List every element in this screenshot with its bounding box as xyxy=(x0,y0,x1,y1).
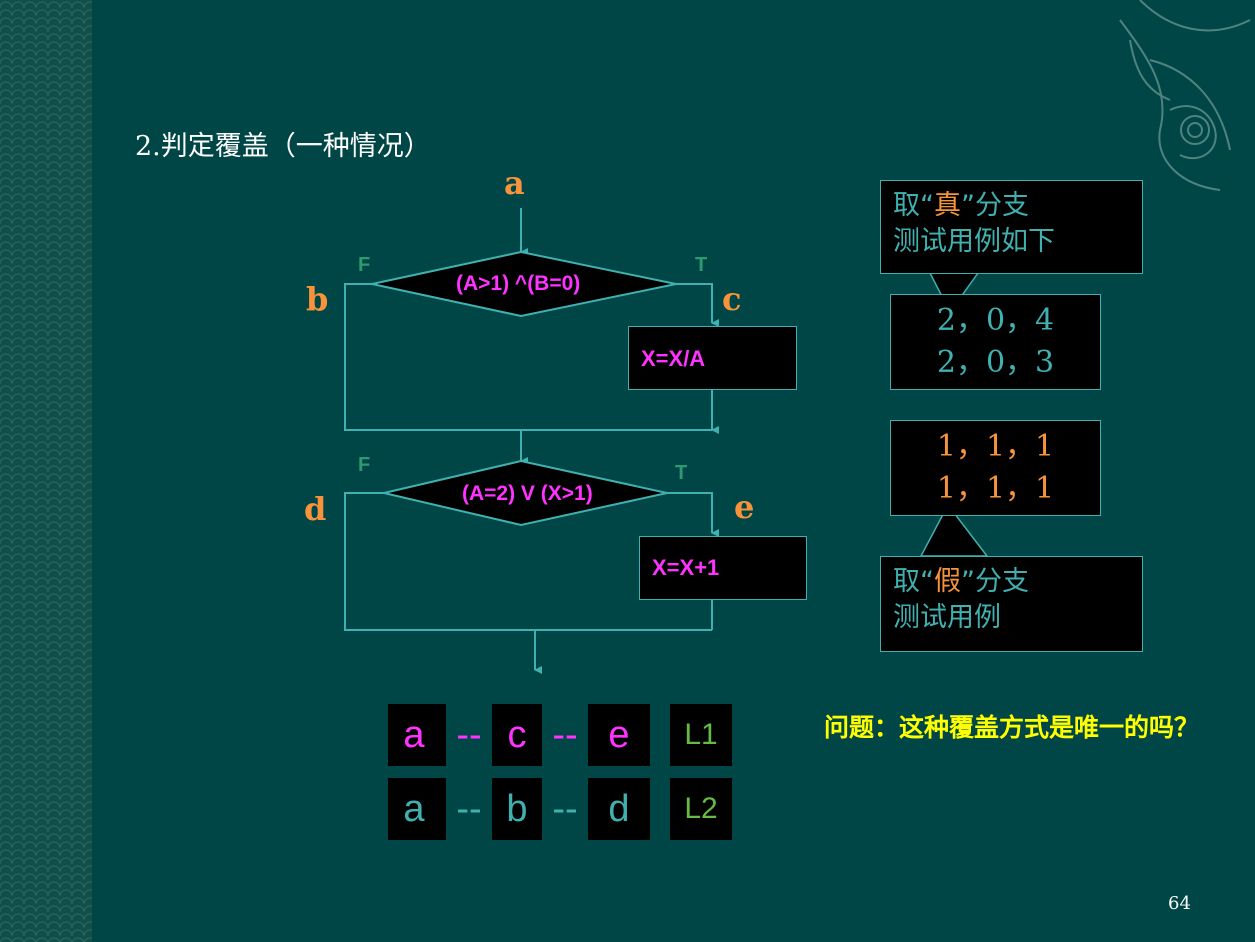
path-L2-node-b: b xyxy=(506,787,528,830)
node-b-label: b xyxy=(306,280,329,318)
true-case-1: 2，0，4 xyxy=(936,303,1055,338)
path-L1-node-e: e xyxy=(608,713,630,756)
edge-true-e xyxy=(667,492,719,537)
true-highlight: 真 xyxy=(934,190,961,221)
process1-text: X=X/A xyxy=(641,346,706,371)
decision2-true-label: T xyxy=(675,462,688,484)
path-L2-label: L2 xyxy=(670,778,732,840)
decision1-false-label: F xyxy=(358,254,371,276)
false-highlight: 假 xyxy=(934,566,961,597)
edge-true-c xyxy=(676,283,719,327)
node-e-label: e xyxy=(734,488,755,526)
path-L1-label: L1 xyxy=(670,704,732,766)
process2-text: X=X+1 xyxy=(652,555,720,580)
question-text: 问题：这种覆盖方式是唯一的吗？ xyxy=(824,713,1200,742)
node-a-label: a xyxy=(504,164,525,202)
false-case-2: 1，1，1 xyxy=(936,471,1055,506)
page-number: 64 xyxy=(1168,893,1191,914)
true-callout-line1: 取“真”分支 xyxy=(893,190,1029,221)
true-callout-line2: 测试用例如下 xyxy=(893,226,1055,257)
path-L2-node-d: d xyxy=(608,787,630,830)
decision1-condition: (A>1) ^(B=0) xyxy=(456,272,581,295)
path-L1-node-c: c xyxy=(507,713,527,756)
path-L1-sep1: -- xyxy=(446,704,492,766)
decision2-false-label: F xyxy=(358,454,371,476)
false-callout-line1: 取“假”分支 xyxy=(893,566,1029,597)
node-c-label: c xyxy=(722,280,742,318)
path-L2-node-a: a xyxy=(403,787,425,830)
false-callout-line2: 测试用例 xyxy=(893,602,1001,633)
node-d-label: d xyxy=(304,490,327,528)
decision2-condition: (A=2) V (X>1) xyxy=(462,482,593,505)
false-case-1: 1，1，1 xyxy=(936,429,1055,464)
path-L1-sep2: -- xyxy=(542,704,588,766)
decision1-true-label: T xyxy=(695,254,708,276)
true-case-2: 2，0，3 xyxy=(936,345,1055,380)
path-L1-node-a: a xyxy=(403,713,425,756)
path-L2-sep2: -- xyxy=(542,778,588,840)
path-L2-sep1: -- xyxy=(446,778,492,840)
